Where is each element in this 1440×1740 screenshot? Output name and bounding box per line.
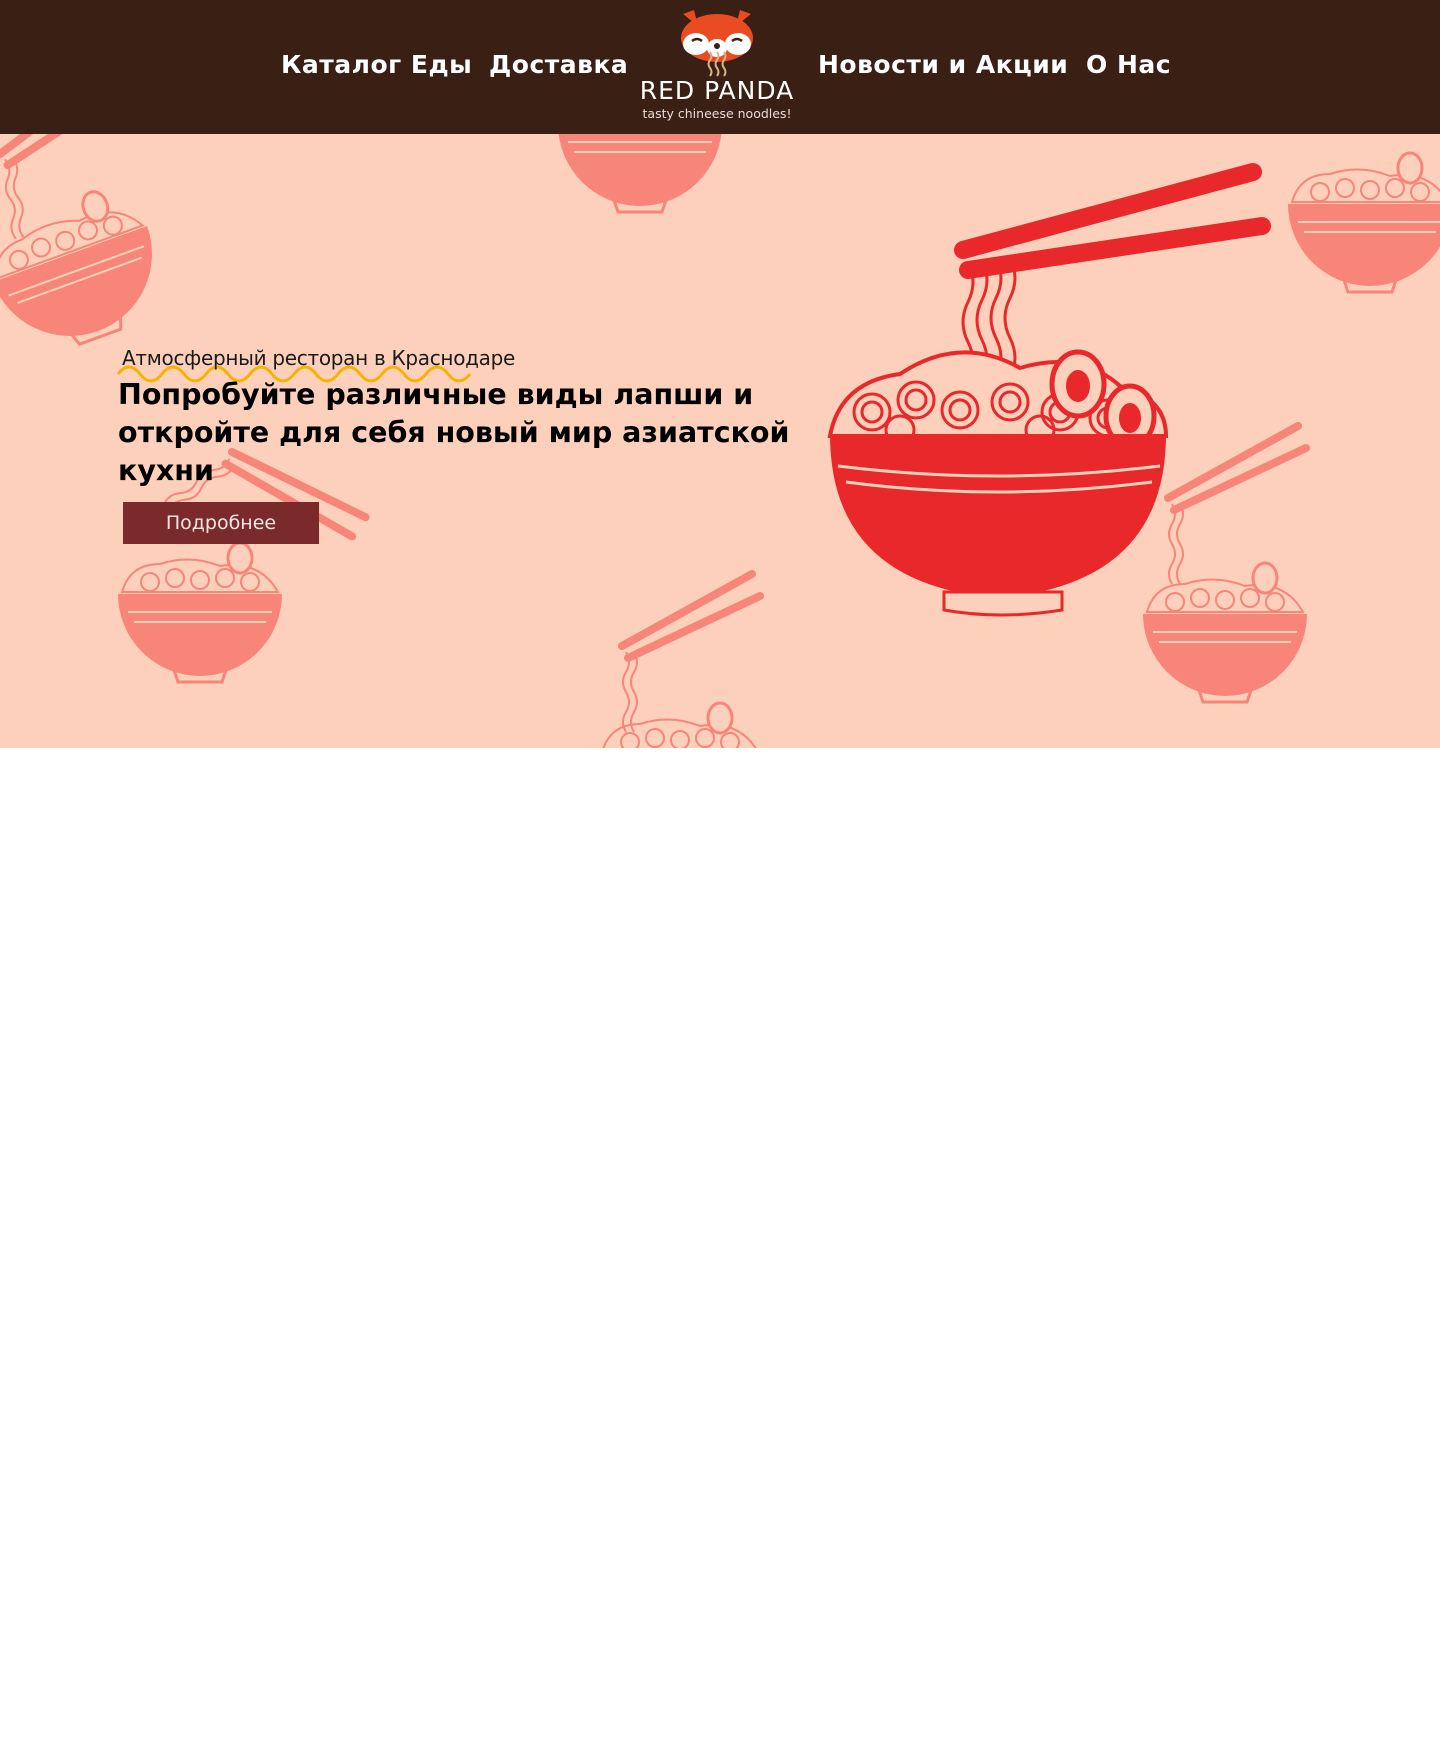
- logo-title: RED PANDA: [639, 76, 795, 105]
- nav-link-delivery[interactable]: Доставка: [489, 50, 628, 79]
- logo-subtitle: tasty chineese noodles!: [642, 106, 792, 121]
- nav-link-about-us[interactable]: О Нас: [1086, 50, 1171, 79]
- more-details-button[interactable]: Подробнее: [123, 502, 319, 544]
- hero-headline: Попробуйте различные виды лапши и открой…: [118, 378, 790, 487]
- hero-tagline: Атмосферный ресторан в Краснодаре: [122, 346, 516, 370]
- logo[interactable]: RED PANDA tasty chineese noodles!: [636, 8, 798, 126]
- hero-banner: Атмосферный ресторан в Краснодаре Попроб…: [0, 134, 1440, 748]
- red-panda-icon: [681, 10, 753, 77]
- page-content-empty: [0, 748, 1440, 1740]
- site-header: Каталог Еды Доставка RED PANDA tasty chi…: [0, 0, 1440, 134]
- noodle-bowl-illustration: [827, 163, 1271, 617]
- nav-link-news-promotions[interactable]: Новости и Акции: [818, 50, 1068, 79]
- nav-link-food-catalog[interactable]: Каталог Еды: [281, 50, 472, 79]
